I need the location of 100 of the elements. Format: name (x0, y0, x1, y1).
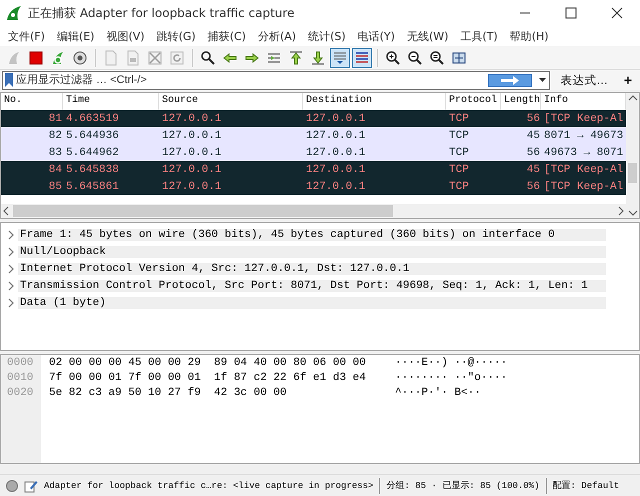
menu-item[interactable]: 电话(Y) (352, 28, 401, 44)
table-cell-text: TCP (448, 164, 470, 176)
table-cell-text: 83 (48, 146, 63, 158)
table-cell-text: 45 (526, 164, 541, 176)
vertical-scrollbar[interactable] (626, 93, 639, 218)
scroll-right-icon[interactable] (616, 206, 626, 216)
table-cell-text: 5.644962 (65, 146, 120, 158)
byte-offset: 0020 (6, 387, 34, 401)
menu-item[interactable]: 无线(W) (400, 28, 454, 44)
table-cell-text: TCP (448, 130, 470, 142)
gear-icon (72, 50, 88, 66)
table-cell-text: 56 (526, 112, 541, 124)
table-cell-text: 127.0.0.1 (161, 130, 222, 142)
zoom-normal-icon (429, 50, 445, 66)
detail-item[interactable]: Internet Protocol Version 4, Src: 127.0.0.1, Dst: 127.0.0.1 (18, 262, 606, 274)
packet-row[interactable]: 81 4.663519 127.0.0.1 127.0.0.1 TCP 56 [TCP Keep-Al (1, 110, 626, 127)
edit-comment-icon[interactable] (24, 478, 38, 492)
table-cell-text: 8071 → 49673 (543, 130, 624, 142)
detail-item[interactable]: Null/Loopback (18, 246, 606, 258)
table-cell-text: 85 (48, 180, 63, 192)
menu-item[interactable]: 捕获(C) (202, 28, 252, 44)
table-cell-text: 49673 → 8071 (543, 146, 624, 158)
menu-item[interactable]: 工具(T) (454, 28, 504, 44)
hex-bytes: 02 00 00 00 45 00 00 29 89 04 40 00 80 06 00 00 (49, 357, 367, 371)
packet-row[interactable]: 84 5.645838 127.0.0.1 127.0.0.1 TCP 45 [TCP Keep-Al (1, 161, 626, 178)
status-indicator-icon (6, 480, 18, 492)
table-cell-text: 84 (48, 164, 63, 176)
file-icon (103, 50, 119, 66)
table-cell-text: 5.645861 (65, 180, 120, 192)
app-logo-icon (6, 5, 22, 21)
table-cell-text: 82 (48, 130, 63, 142)
packet-row[interactable]: 85 5.645861 127.0.0.1 127.0.0.1 TCP 56 [TCP Keep-Al (1, 178, 626, 195)
table-cell-text: TCP (448, 112, 470, 124)
table-cell-text: TCP (448, 146, 470, 158)
table-cell-text: 4.663519 (65, 112, 120, 124)
toolbar-button[interactable] (330, 48, 350, 68)
menu-item[interactable]: 跳转(G) (150, 28, 202, 44)
scroll-down-icon[interactable] (628, 208, 638, 218)
table-cell-text: 127.0.0.1 (305, 164, 366, 176)
table-cell-text: 81 (48, 112, 63, 124)
resize-columns-icon (451, 50, 467, 66)
bookmark-icon (5, 73, 13, 87)
right-arrow-icon (501, 76, 520, 84)
profile-label[interactable]: 配置: Default (552, 479, 620, 492)
table-cell-text: 127.0.0.1 (161, 180, 222, 192)
table-cell-text: 56 (526, 146, 541, 158)
horizontal-scrollbar[interactable] (1, 204, 626, 218)
apply-arrow-button[interactable] (488, 74, 532, 86)
detail-item[interactable]: Transmission Control Protocol, Src Port: 8071, Dst Port: 49698, Seq: 1, Ack: 1, Len: 1 (18, 280, 606, 292)
capture-status: Adapter for loopback traffic c…re: <live capture in progress> (44, 480, 374, 490)
table-cell-text: [TCP Keep-Al (543, 164, 624, 176)
scrollbar-thumb[interactable] (13, 205, 393, 217)
table-cell-text: 127.0.0.1 (161, 112, 222, 124)
table-cell-text: 127.0.0.1 (305, 146, 366, 158)
scrollbar-thumb[interactable] (628, 163, 637, 183)
packet-row[interactable]: 82 5.644936 127.0.0.1 127.0.0.1 TCP 45 8071 → 49673 (1, 127, 626, 144)
packet-row[interactable]: 83 5.644962 127.0.0.1 127.0.0.1 TCP 56 49673 → 8071 (1, 144, 626, 161)
menu-item[interactable]: 编辑(E) (50, 28, 100, 44)
scroll-up-icon[interactable] (628, 93, 638, 103)
detail-item[interactable]: Frame 1: 45 bytes on wire (360 bits), 45 bytes captured (360 bits) on interface 0 (18, 228, 606, 240)
table-cell-text: [TCP Keep-Al (543, 112, 624, 124)
byte-offset: 0000 (6, 357, 34, 371)
table-cell-text: 127.0.0.1 (305, 112, 366, 124)
hex-bytes: 5e 82 c3 a9 50 10 27 f9 42 3c 00 00 (49, 387, 288, 401)
save-icon (125, 50, 141, 66)
display-filter-field[interactable]: 应用显示过滤器 … <Ctrl-/> (2, 70, 550, 90)
detail-item[interactable]: Data (1 byte) (18, 296, 606, 308)
zoom-in-icon (385, 50, 401, 66)
column-header[interactable]: Time (63, 93, 159, 110)
column-header[interactable]: Source (159, 93, 303, 110)
table-cell-text: 45 (526, 130, 541, 142)
table-cell-text: 127.0.0.1 (305, 130, 366, 142)
table-cell-text: 127.0.0.1 (161, 164, 222, 176)
toolbar-button[interactable] (352, 48, 372, 68)
menu-item[interactable]: 统计(S) (302, 28, 352, 44)
menu-item[interactable]: 视图(V) (100, 28, 151, 44)
table-cell-text: 5.645838 (65, 164, 120, 176)
add-filter-button[interactable]: + (618, 72, 638, 88)
scroll-left-icon[interactable] (1, 206, 11, 216)
restart-icon (50, 50, 66, 66)
display-filter-input[interactable]: 应用显示过滤器 … <Ctrl-/> (16, 72, 486, 88)
down-arrow-icon (310, 50, 326, 66)
table-cell-text: 127.0.0.1 (161, 146, 222, 158)
table-cell-text: 5.644936 (65, 130, 120, 142)
reload-icon (169, 50, 185, 66)
zoom-out-icon (407, 50, 423, 66)
hex-bytes: 7f 00 00 01 7f 00 00 01 1f 87 c2 22 6f e1 d3 e4 (49, 372, 367, 386)
expression-button[interactable]: 表达式… (554, 72, 614, 88)
ascii-bytes: ····E··) ··@····· (395, 357, 508, 371)
stop-icon (28, 50, 44, 66)
colored-lines-icon (354, 50, 370, 66)
ascii-bytes: ········ ··"o···· (395, 372, 508, 386)
byte-offset: 0010 (6, 372, 34, 386)
up-arrow-icon (288, 50, 304, 66)
table-cell-text: 127.0.0.1 (305, 180, 366, 192)
menu-item[interactable]: 分析(A) (252, 28, 302, 44)
table-cell-text: TCP (448, 180, 470, 192)
window-title: 正在捕获 Adapter for loopback traffic capture (28, 4, 296, 22)
menu-item[interactable]: 文件(F) (2, 28, 51, 44)
menu-item[interactable]: 帮助(H) (504, 28, 555, 44)
